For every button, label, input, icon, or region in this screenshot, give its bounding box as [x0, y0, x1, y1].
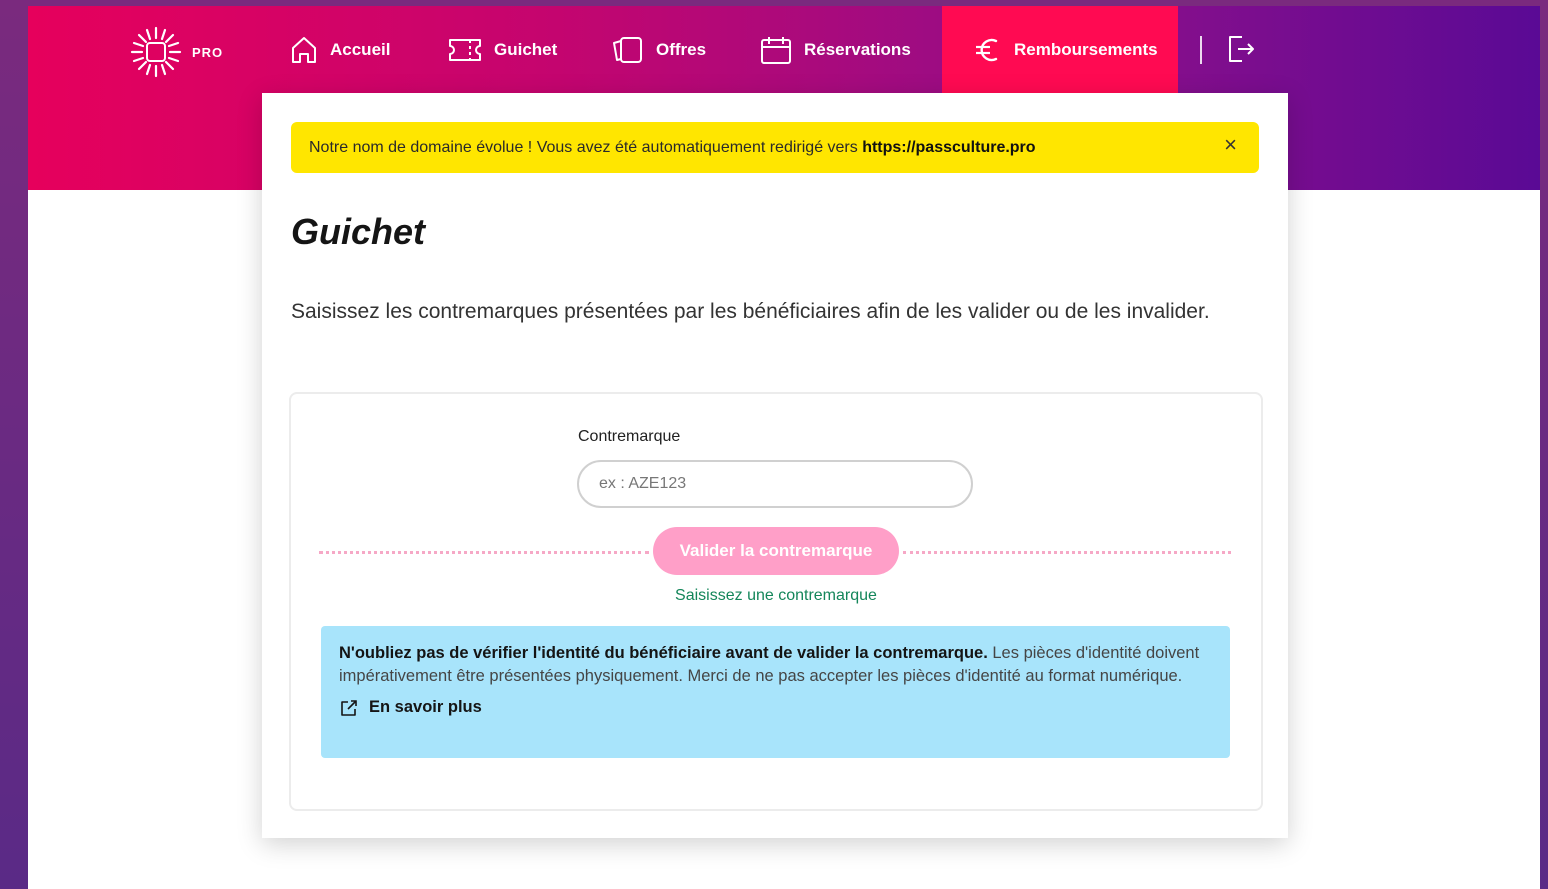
ticket-icon: [449, 38, 481, 61]
dotted-divider-left: [319, 551, 649, 554]
info-text: N'oubliez pas de vérifier l'identité du …: [339, 642, 1212, 688]
nav-item-reservations[interactable]: Réservations: [760, 6, 911, 93]
banner-text: Notre nom de domaine évolue ! Vous avez …: [309, 139, 1036, 157]
info-bold-text: N'oubliez pas de vérifier l'identité du …: [339, 644, 988, 662]
calendar-icon: [761, 36, 791, 64]
nav-item-label: Remboursements: [1014, 39, 1158, 59]
helper-text: Saisissez une contremarque: [675, 587, 877, 604]
validate-countermark-button[interactable]: Valider la contremarque: [653, 527, 899, 575]
logout-icon: [1229, 36, 1254, 62]
nav-divider: [1200, 36, 1202, 64]
learn-more-link[interactable]: En savoir plus: [339, 696, 1212, 719]
main-card: Notre nom de domaine évolue ! Vous avez …: [262, 93, 1288, 838]
logo-text: PRO: [192, 44, 224, 60]
nav-item-accueil[interactable]: Accueil: [290, 6, 390, 93]
sun-logo-icon: [130, 26, 182, 78]
home-icon: [292, 36, 316, 63]
banner-url: https://passculture.pro: [862, 138, 1036, 156]
nav-item-label: Réservations: [804, 39, 911, 59]
page-description: Saisissez les contremarques présentées p…: [291, 300, 1210, 323]
banner-message: Notre nom de domaine évolue ! Vous avez …: [309, 138, 863, 156]
nav-item-label: Accueil: [330, 39, 391, 59]
offers-icon: [613, 36, 642, 63]
nav-item-label: Guichet: [494, 39, 558, 59]
pass-culture-pro-logo[interactable]: PRO: [128, 24, 223, 80]
nav-item-label: Offres: [656, 39, 707, 59]
external-link-icon: [341, 699, 357, 716]
page-title: Guichet: [291, 211, 426, 252]
countermark-label: Contremarque: [578, 428, 681, 445]
nav-item-guichet[interactable]: Guichet: [448, 6, 557, 93]
nav-item-offres[interactable]: Offres: [610, 6, 706, 93]
learn-more-label: En savoir plus: [369, 698, 482, 716]
identity-info-box: N'oubliez pas de vérifier l'identité du …: [321, 626, 1230, 758]
banner-close-button[interactable]: ×: [1224, 132, 1237, 158]
countermark-form: Contremarque Valider la contremarque Sai…: [289, 392, 1263, 811]
countermark-input[interactable]: [577, 460, 973, 508]
dotted-divider-right: [903, 551, 1231, 554]
logout-button[interactable]: [1226, 34, 1256, 69]
nav-item-remboursements[interactable]: Remboursements: [942, 6, 1178, 93]
main-nav: PRO Accueil Guichet Offres Réservations …: [28, 6, 1540, 93]
euro-icon: [976, 38, 998, 61]
app-window: PRO Accueil Guichet Offres Réservations …: [28, 6, 1540, 889]
domain-change-banner: Notre nom de domaine évolue ! Vous avez …: [291, 122, 1259, 173]
